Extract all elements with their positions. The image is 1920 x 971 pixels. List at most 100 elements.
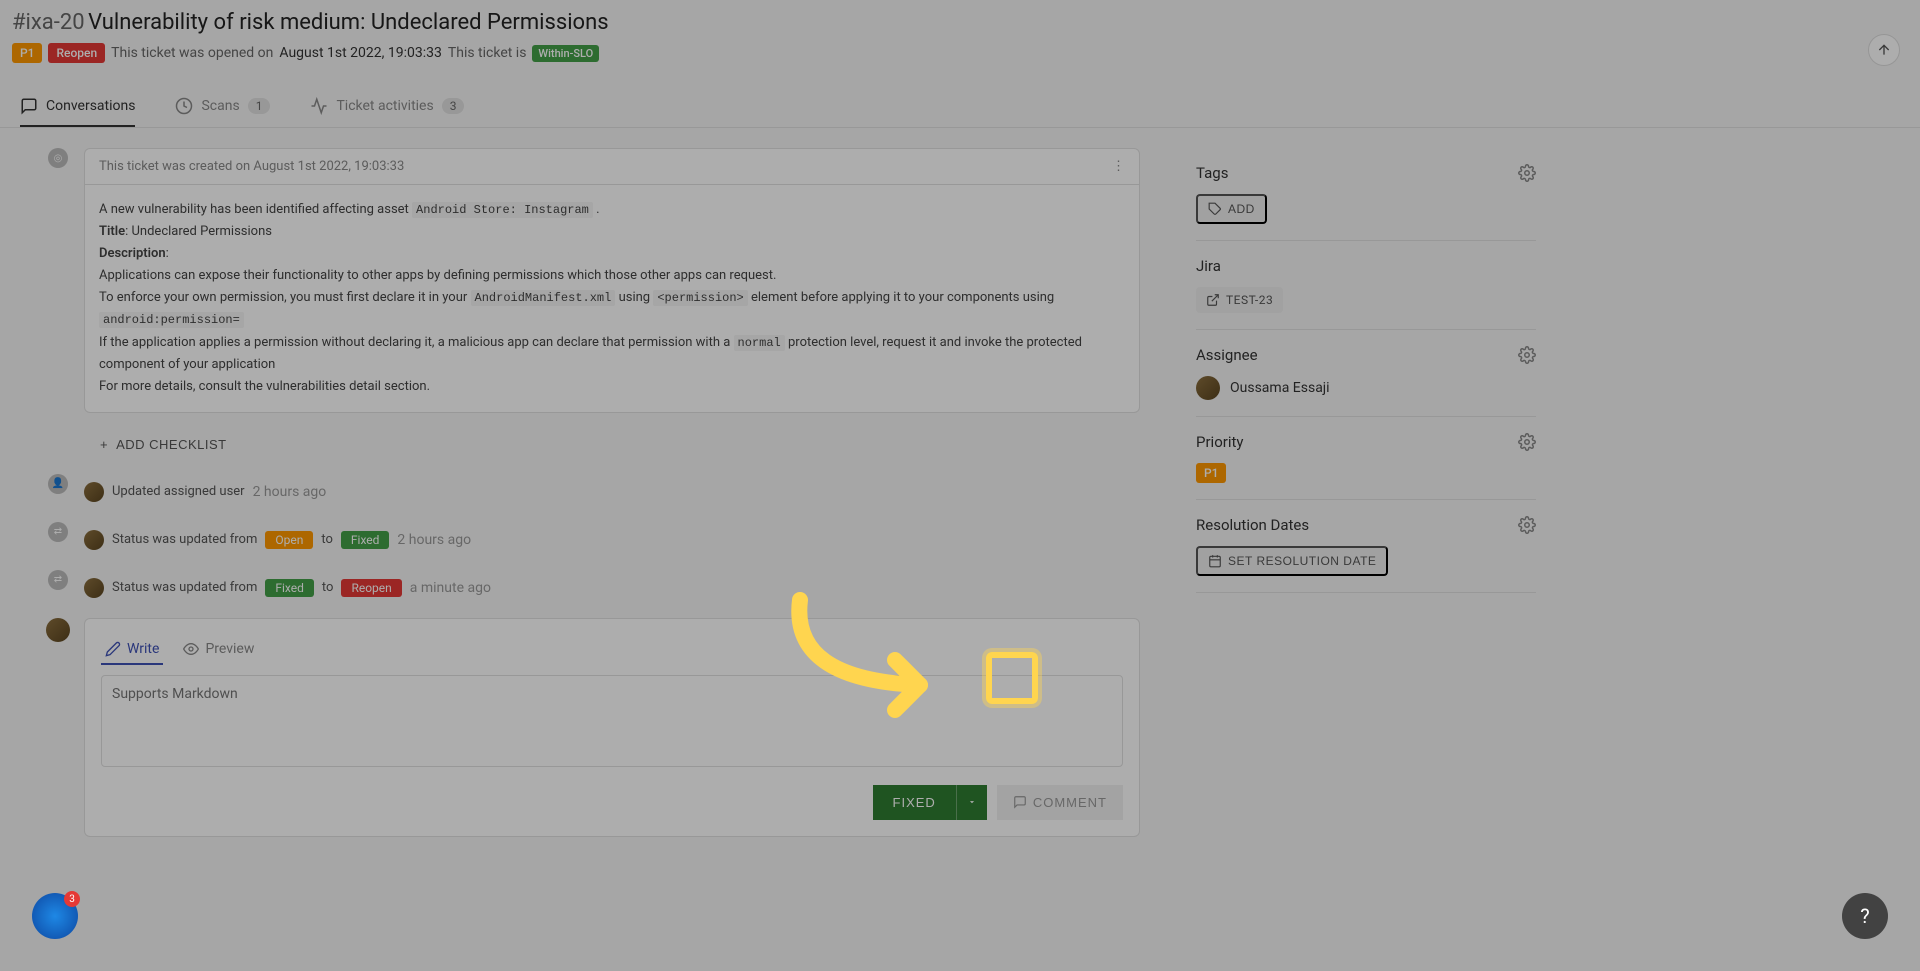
status-to: Fixed	[341, 531, 390, 549]
to-word: to	[321, 532, 333, 547]
gear-icon	[1518, 433, 1536, 451]
assignee-settings-button[interactable]	[1518, 346, 1536, 364]
desc-label: Description	[99, 246, 166, 261]
fixed-dropdown-button[interactable]	[956, 785, 987, 820]
ticket-is-label: This ticket is	[448, 45, 527, 61]
preview-label: Preview	[205, 641, 254, 657]
avatar	[84, 578, 104, 598]
tab-scans-label: Scans	[201, 98, 239, 114]
target-icon: ◎	[48, 148, 68, 168]
add-checklist-button[interactable]: + ADD CHECKLIST	[84, 427, 243, 462]
desc-p4: For more details, consult the vulnerabil…	[99, 379, 430, 394]
chevron-down-icon	[967, 797, 977, 807]
to-word: to	[322, 580, 334, 595]
tab-scans[interactable]: Scans 1	[175, 87, 270, 127]
activity-text: Status was updated from	[112, 532, 257, 547]
activity-text: Status was updated from	[112, 580, 257, 595]
desc-p2a: To enforce your own permission, you must…	[99, 290, 467, 305]
vuln-title: Undeclared Permissions	[131, 224, 271, 239]
ticket-id: #ixa-20	[12, 10, 85, 35]
resolution-settings-button[interactable]	[1518, 516, 1536, 534]
tab-conversations-label: Conversations	[46, 98, 135, 114]
gear-icon	[1518, 346, 1536, 364]
comment-box: Write Preview FIXED	[84, 618, 1140, 837]
gear-icon	[1518, 164, 1536, 182]
calendar-icon	[1208, 554, 1222, 568]
priority-value: P1	[1196, 463, 1226, 483]
status-from: Open	[265, 531, 313, 549]
add-tag-label: ADD	[1228, 202, 1255, 216]
activity-time: 2 hours ago	[397, 532, 471, 548]
assignee-title: Assignee	[1196, 346, 1258, 364]
activity-text: Updated assigned user	[112, 484, 245, 499]
code-attr: android:permission=	[99, 312, 244, 328]
status-from: Fixed	[265, 579, 314, 597]
desc-p1: Applications can expose their functional…	[99, 268, 776, 283]
write-tab[interactable]: Write	[101, 635, 163, 665]
comment-button-label: COMMENT	[1033, 795, 1107, 810]
jira-link[interactable]: TEST-23	[1196, 287, 1283, 313]
tab-scans-count: 1	[248, 98, 271, 114]
card-more-button[interactable]: ⋮	[1112, 159, 1125, 174]
priority-settings-button[interactable]	[1518, 433, 1536, 451]
arrow-up-icon	[1876, 42, 1892, 58]
tags-title: Tags	[1196, 164, 1228, 182]
preview-tab[interactable]: Preview	[179, 635, 258, 665]
code-normal: normal	[734, 335, 785, 351]
swap-icon: ⇄	[48, 522, 68, 542]
brand-notification-count: 3	[64, 891, 80, 907]
set-resolution-label: SET RESOLUTION DATE	[1228, 554, 1376, 568]
add-tag-button[interactable]: ADD	[1196, 194, 1267, 224]
priority-badge: P1	[12, 43, 42, 63]
pencil-icon	[105, 641, 121, 657]
fixed-button[interactable]: FIXED	[873, 785, 956, 820]
resolution-title: Resolution Dates	[1196, 516, 1309, 534]
write-label: Write	[127, 641, 159, 657]
help-button[interactable]: ?	[1842, 893, 1888, 939]
comment-icon	[1013, 795, 1027, 809]
asset-code: Android Store: Instagram	[412, 202, 593, 218]
scroll-top-button[interactable]	[1868, 34, 1900, 66]
assignee-name: Oussama Essaji	[1230, 380, 1330, 396]
avatar	[84, 530, 104, 550]
created-on-text: This ticket was created on August 1st 20…	[99, 159, 404, 174]
gear-icon	[1518, 516, 1536, 534]
tab-activities-count: 3	[442, 98, 465, 114]
tags-settings-button[interactable]	[1518, 164, 1536, 182]
tag-icon	[1208, 202, 1222, 216]
opened-label: This ticket was opened on	[111, 45, 273, 61]
assignee-avatar	[1196, 376, 1220, 400]
activity-icon	[310, 97, 328, 115]
priority-title: Priority	[1196, 433, 1243, 451]
avatar	[46, 618, 70, 642]
scan-icon	[175, 97, 193, 115]
ticket-title: Vulnerability of risk medium: Undeclared…	[88, 10, 609, 35]
comment-button[interactable]: COMMENT	[997, 785, 1123, 820]
status-badge: Reopen	[48, 43, 105, 63]
set-resolution-button[interactable]: SET RESOLUTION DATE	[1196, 546, 1388, 576]
code-permission: <permission>	[653, 290, 747, 306]
comment-input[interactable]	[101, 675, 1123, 767]
activity-time: a minute ago	[410, 580, 491, 596]
avatar	[84, 482, 104, 502]
code-manifest: AndroidManifest.xml	[471, 290, 616, 306]
add-checklist-label: ADD CHECKLIST	[116, 437, 227, 452]
desc-p2b: using	[619, 290, 651, 305]
intro-text: A new vulnerability has been identified …	[99, 202, 409, 217]
jira-title: Jira	[1196, 257, 1221, 275]
user-icon: 👤	[48, 474, 68, 494]
tab-conversations[interactable]: Conversations	[20, 87, 135, 127]
external-link-icon	[1206, 293, 1220, 307]
chat-icon	[20, 97, 38, 115]
desc-p3a: If the application applies a permission …	[99, 335, 730, 350]
title-label: Title	[99, 224, 125, 239]
tab-activities[interactable]: Ticket activities 3	[310, 87, 464, 127]
eye-icon	[183, 641, 199, 657]
brand-badge[interactable]: 3	[32, 893, 78, 939]
jira-key: TEST-23	[1226, 293, 1273, 307]
opened-date: August 1st 2022, 19:03:33	[279, 45, 441, 61]
status-to: Reopen	[341, 579, 401, 597]
ticket-description-card: This ticket was created on August 1st 20…	[84, 148, 1140, 413]
activity-time: 2 hours ago	[253, 484, 327, 500]
desc-p2c: element before applying it to your compo…	[751, 290, 1054, 305]
